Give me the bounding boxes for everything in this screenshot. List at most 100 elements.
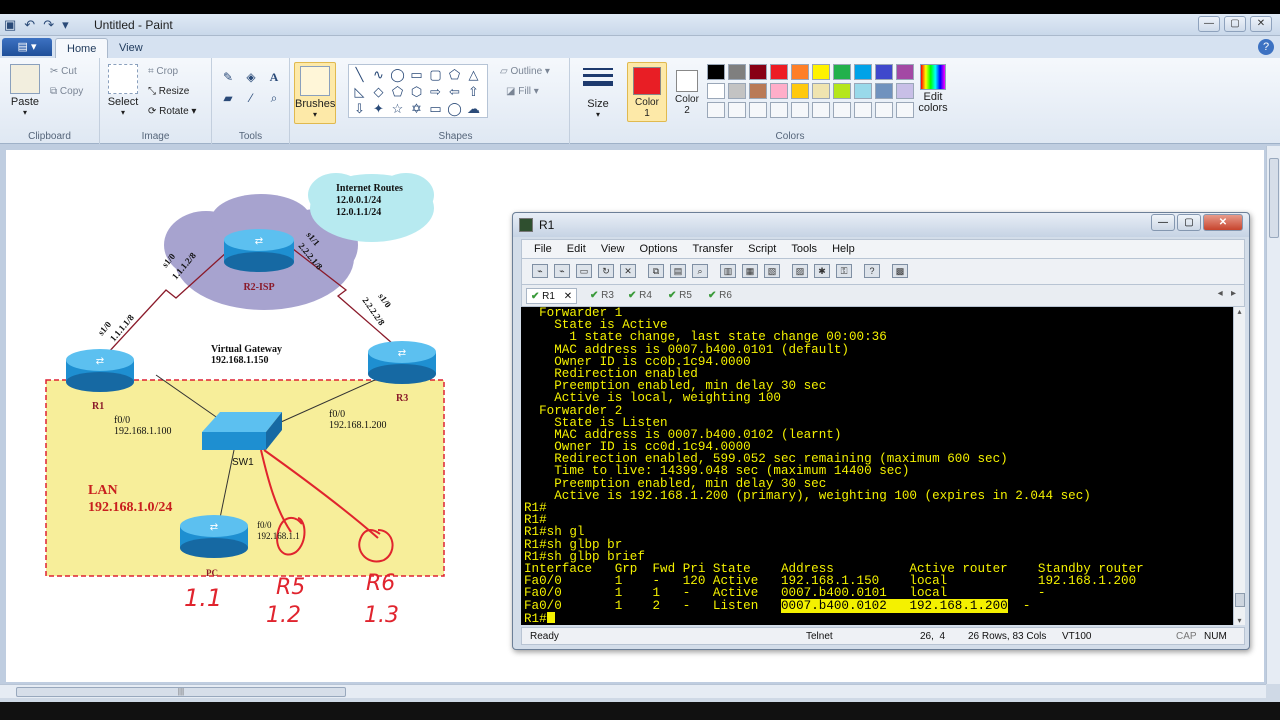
terminal-output[interactable]: Forwarder 1 State is Active 1 state chan… bbox=[521, 307, 1233, 625]
line-shape-icon[interactable]: ╲ bbox=[350, 66, 369, 83]
tab-home[interactable]: Home bbox=[55, 38, 109, 58]
curve-shape-icon[interactable]: ∿ bbox=[369, 66, 388, 83]
five-star-shape-icon[interactable]: ☆ bbox=[388, 100, 407, 117]
chevron-right-icon[interactable]: ▸ bbox=[1231, 288, 1236, 299]
canvas-horizontal-scrollbar[interactable]: ||| bbox=[0, 684, 1266, 698]
callout-oval-shape-icon[interactable]: ◯ bbox=[445, 100, 464, 117]
scroll-thumb[interactable]: ||| bbox=[16, 687, 346, 697]
find-icon[interactable]: ⌕ bbox=[692, 264, 708, 278]
sw1-label: SW1 bbox=[232, 457, 254, 468]
left-arrow-shape-icon[interactable]: ⇦ bbox=[445, 83, 464, 100]
brushes-button[interactable]: Brushes ▾ bbox=[294, 62, 336, 124]
global-options-icon[interactable]: ✱ bbox=[814, 264, 830, 278]
cloud-title: Internet Routes bbox=[336, 183, 403, 194]
menu-tools[interactable]: Tools bbox=[779, 240, 817, 255]
right-triangle-shape-icon[interactable]: ◺ bbox=[350, 83, 369, 100]
tab-r3[interactable]: ✔ R3 bbox=[586, 288, 618, 304]
disconnect-icon[interactable]: ✕ bbox=[620, 264, 636, 278]
maximize-button[interactable]: ▢ bbox=[1224, 16, 1246, 32]
help-icon[interactable]: ? bbox=[1258, 39, 1274, 55]
terminal-minimize-button[interactable]: — bbox=[1151, 214, 1175, 231]
tab-r5[interactable]: ✔ R5 bbox=[664, 288, 696, 304]
resize-button[interactable]: ⤡ Resize bbox=[148, 86, 189, 97]
tab-view[interactable]: View bbox=[108, 38, 154, 58]
tools-grid: ✎ ◈ A ▰ ⁄ ⌕ bbox=[218, 68, 284, 107]
menu-view[interactable]: View bbox=[589, 240, 625, 255]
hexagon-shape-icon[interactable]: ⬡ bbox=[407, 83, 426, 100]
close-button[interactable]: ✕ bbox=[1250, 16, 1272, 32]
redo-icon[interactable]: ↷ bbox=[43, 17, 54, 33]
terminal-scrollbar[interactable]: ▴ ▾ bbox=[1233, 307, 1245, 625]
connected-check-icon: ✔ bbox=[531, 291, 540, 302]
rotate-button[interactable]: ⟳ Rotate ▾ bbox=[148, 106, 196, 117]
minimize-button[interactable]: — bbox=[1198, 16, 1220, 32]
menu-edit[interactable]: Edit bbox=[555, 240, 586, 255]
rounded-rectangle-shape-icon[interactable]: ▢ bbox=[426, 66, 445, 83]
color-picker-icon[interactable]: ⁄ bbox=[241, 89, 261, 107]
cut-button[interactable]: ✂ Cut bbox=[50, 66, 77, 77]
print-setup-icon[interactable]: ▧ bbox=[764, 264, 780, 278]
scroll-thumb[interactable] bbox=[1269, 158, 1279, 238]
print-icon[interactable]: ▥ bbox=[720, 264, 736, 278]
cloud-shape-icon[interactable]: ☁ bbox=[464, 100, 483, 117]
undo-icon[interactable]: ↶ bbox=[24, 17, 35, 33]
tab-navigation[interactable]: ◂ ▸ bbox=[1218, 288, 1236, 299]
menu-script[interactable]: Script bbox=[736, 240, 776, 255]
crop-button[interactable]: ⌗ Crop bbox=[148, 66, 178, 77]
customize-qat-icon[interactable]: ▾ bbox=[62, 17, 69, 33]
menu-help[interactable]: Help bbox=[820, 240, 855, 255]
svg-text:⇄: ⇄ bbox=[255, 236, 263, 247]
down-arrow-shape-icon[interactable]: ⇩ bbox=[350, 100, 369, 117]
shapes-gallery[interactable]: ╲ ∿ ◯ ▭ ▢ ⬠ △ ◺ ◇ ⬠ ⬡ ⇨ ⇦ ⇧ ⇩ ✦ ☆ ✡ ▭ ◯ … bbox=[348, 64, 488, 118]
scroll-thumb[interactable] bbox=[1235, 593, 1245, 607]
copy-icon[interactable]: ⧉ bbox=[648, 264, 664, 278]
keypad-icon[interactable]: ▩ bbox=[892, 264, 908, 278]
print-screen-icon[interactable]: ▦ bbox=[742, 264, 758, 278]
connect-icon[interactable]: ⌁ bbox=[532, 264, 548, 278]
tab-r6[interactable]: ✔ R6 bbox=[704, 288, 736, 304]
paint-app-icon[interactable]: ▣ bbox=[4, 17, 16, 33]
select-button[interactable]: Select ▾ bbox=[106, 64, 140, 117]
chevron-left-icon[interactable]: ◂ bbox=[1218, 288, 1223, 299]
right-arrow-shape-icon[interactable]: ⇨ bbox=[426, 83, 445, 100]
menu-file[interactable]: File bbox=[522, 240, 552, 255]
canvas-vertical-scrollbar[interactable] bbox=[1266, 146, 1280, 684]
connect-tab-icon[interactable]: ▭ bbox=[576, 264, 592, 278]
pencil-icon[interactable]: ✎ bbox=[218, 68, 238, 86]
rectangle-shape-icon[interactable]: ▭ bbox=[407, 66, 426, 83]
menu-transfer[interactable]: Transfer bbox=[681, 240, 734, 255]
tab-r4[interactable]: ✔ R4 bbox=[624, 288, 656, 304]
scroll-up-icon[interactable]: ▴ bbox=[1234, 307, 1245, 316]
key-map-icon[interactable]: ⚿ bbox=[836, 264, 852, 278]
triangle-shape-icon[interactable]: △ bbox=[464, 66, 483, 83]
menu-options[interactable]: Options bbox=[628, 240, 678, 255]
terminal-maximize-button[interactable]: ▢ bbox=[1177, 214, 1201, 231]
eraser-icon[interactable]: ▰ bbox=[218, 89, 238, 107]
reconnect-icon[interactable]: ↻ bbox=[598, 264, 614, 278]
pentagon-shape-icon[interactable]: ⬠ bbox=[388, 83, 407, 100]
session-options-icon[interactable]: ▨ bbox=[792, 264, 808, 278]
close-tab-icon[interactable]: ✕ bbox=[564, 291, 572, 302]
polygon-shape-icon[interactable]: ⬠ bbox=[445, 66, 464, 83]
diamond-shape-icon[interactable]: ◇ bbox=[369, 83, 388, 100]
paste-button[interactable]: Paste ▾ bbox=[8, 64, 42, 117]
terminal-close-button[interactable]: ✕ bbox=[1203, 214, 1243, 231]
scroll-down-icon[interactable]: ▾ bbox=[1234, 616, 1245, 625]
quick-connect-icon[interactable]: ⌁ bbox=[554, 264, 570, 278]
fill-button[interactable]: ◪ Fill ▾ bbox=[506, 86, 539, 97]
text-icon[interactable]: A bbox=[264, 68, 284, 86]
up-arrow-shape-icon[interactable]: ⇧ bbox=[464, 83, 483, 100]
four-star-shape-icon[interactable]: ✦ bbox=[369, 100, 388, 117]
magnifier-icon[interactable]: ⌕ bbox=[264, 89, 284, 107]
paste-icon[interactable]: ▤ bbox=[670, 264, 686, 278]
paint-menu-button[interactable]: ▤ ▾ bbox=[2, 38, 52, 56]
callout-rect-shape-icon[interactable]: ▭ bbox=[426, 100, 445, 117]
fill-bucket-icon[interactable]: ◈ bbox=[241, 68, 261, 86]
outline-button[interactable]: ▱ Outline ▾ bbox=[500, 66, 550, 77]
help-icon[interactable]: ? bbox=[864, 264, 880, 278]
six-star-shape-icon[interactable]: ✡ bbox=[407, 100, 426, 117]
size-button[interactable]: Size ▾ bbox=[580, 64, 616, 119]
oval-shape-icon[interactable]: ◯ bbox=[388, 66, 407, 83]
copy-button[interactable]: ⧉ Copy bbox=[50, 86, 83, 97]
tab-r1[interactable]: ✔ R1 ✕ bbox=[526, 288, 578, 304]
